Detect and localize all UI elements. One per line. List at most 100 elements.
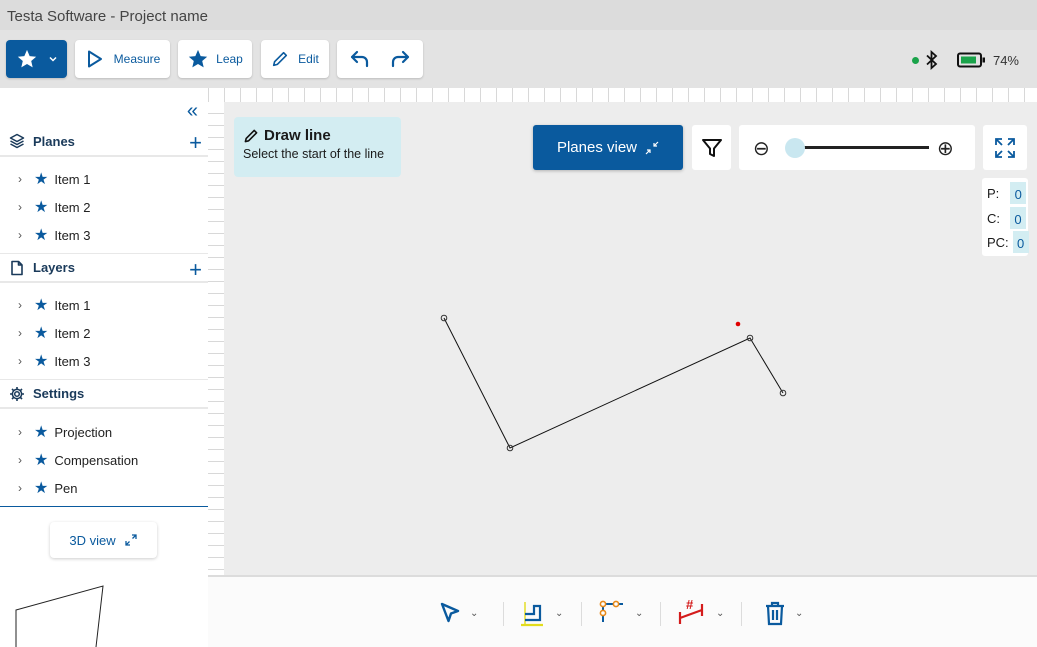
star-icon: ★ bbox=[34, 227, 49, 244]
item-label: Compensation bbox=[54, 452, 139, 468]
star-icon: ★ bbox=[34, 199, 49, 216]
counter-label: P: bbox=[987, 185, 1000, 201]
chevron-right-icon: › bbox=[18, 481, 22, 495]
left-ruler bbox=[208, 102, 224, 575]
counters-panel: P: 0 C: 0 PC: 0 bbox=[982, 178, 1029, 256]
dimension-tool-button[interactable]: # ⌄ bbox=[676, 595, 724, 631]
expand-icon bbox=[124, 534, 137, 546]
redo-icon[interactable] bbox=[389, 48, 411, 70]
measure-button[interactable]: Measure bbox=[75, 40, 170, 78]
counter-value: 0 bbox=[1010, 182, 1027, 204]
planes-view-button[interactable]: Planes view bbox=[533, 125, 683, 170]
star-icon: ★ bbox=[34, 480, 49, 497]
planes-item-2[interactable]: › ★ Item 2 bbox=[0, 193, 208, 221]
separator bbox=[660, 602, 661, 626]
3d-view-button[interactable]: 3D view bbox=[50, 522, 157, 558]
top-ruler bbox=[208, 88, 1037, 102]
drawn-polyline[interactable] bbox=[443, 317, 784, 449]
3d-view-label: 3D view bbox=[69, 532, 116, 548]
chevron-down-icon[interactable]: ⌄ bbox=[555, 608, 563, 619]
zoom-handle[interactable] bbox=[785, 138, 805, 158]
planes-item-3[interactable]: › ★ Item 3 bbox=[0, 221, 208, 249]
measure-label: Measure bbox=[113, 52, 161, 66]
zoom-slider[interactable]: ⊖ ⊕ bbox=[739, 125, 975, 170]
chevron-down-icon[interactable]: ⌄ bbox=[795, 608, 803, 619]
layers-title: Layers bbox=[33, 260, 75, 275]
main-toolbar: Measure Leap Edit 74% bbox=[0, 30, 1037, 88]
settings-item-projection[interactable]: › ★ Projection bbox=[0, 418, 208, 446]
chevron-down-icon[interactable]: ⌄ bbox=[716, 608, 724, 619]
window-title: Testa Software - Project name bbox=[7, 8, 208, 25]
cursor-marker bbox=[735, 321, 741, 327]
settings-item-pen[interactable]: › ★ Pen bbox=[0, 474, 208, 502]
item-label: Item 2 bbox=[54, 199, 91, 215]
title-bar: Testa Software - Project name bbox=[0, 0, 1037, 30]
connection-status-dot bbox=[911, 56, 919, 64]
item-label: Projection bbox=[54, 424, 113, 440]
item-label: Item 2 bbox=[54, 325, 91, 341]
zoom-out-icon[interactable]: ⊖ bbox=[753, 136, 770, 161]
chevron-right-icon: › bbox=[18, 425, 22, 439]
tools-bar: ⌄ ⌄ ⌄ # ⌄ ⌄ bbox=[208, 575, 1037, 647]
planes-title: Planes bbox=[33, 133, 75, 149]
planes-section-header[interactable]: Planes + bbox=[0, 127, 208, 157]
hint-text: Select the start of the line bbox=[243, 147, 385, 161]
counter-pc: PC: 0 bbox=[987, 231, 1029, 253]
star-icon: ★ bbox=[34, 297, 49, 314]
separator bbox=[581, 602, 582, 626]
chevron-right-icon: › bbox=[18, 354, 22, 368]
undo-icon[interactable] bbox=[349, 48, 371, 70]
separator bbox=[741, 602, 742, 626]
counter-c: C: 0 bbox=[987, 207, 1026, 229]
layers-icon bbox=[9, 260, 25, 276]
counter-value: 0 bbox=[1010, 207, 1026, 229]
add-layer-button[interactable]: + bbox=[189, 257, 202, 283]
node-tool-button[interactable]: ⌄ bbox=[597, 595, 643, 631]
chevron-right-icon: › bbox=[18, 326, 22, 340]
sidebar: « Planes + › ★ Item 1 › ★ Item 2 › ★ Item 3… bbox=[0, 88, 208, 647]
star-icon: ★ bbox=[34, 325, 49, 342]
favorites-dropdown-button[interactable] bbox=[6, 40, 67, 78]
star-icon bbox=[17, 49, 36, 68]
layers-item-3[interactable]: › ★ Item 3 bbox=[0, 347, 208, 375]
select-arrow-icon bbox=[440, 602, 460, 623]
edit-button[interactable]: Edit bbox=[261, 40, 329, 78]
layers-item-1[interactable]: › ★ Item 1 bbox=[0, 291, 208, 319]
layers-item-2[interactable]: › ★ Item 2 bbox=[0, 319, 208, 347]
star-icon: ★ bbox=[34, 171, 49, 188]
layers-section-header[interactable]: Layers + bbox=[0, 253, 208, 283]
add-plane-button[interactable]: + bbox=[189, 130, 202, 156]
fullscreen-button[interactable] bbox=[983, 125, 1027, 170]
corner-tool-button[interactable]: ⌄ bbox=[517, 595, 563, 631]
draw-line-hint: Draw line Select the start of the line bbox=[234, 117, 401, 177]
bluetooth-icon bbox=[926, 50, 938, 70]
planes-item-1[interactable]: › ★ Item 1 bbox=[0, 165, 208, 193]
drawing-canvas[interactable]: Draw line Select the start of the line P… bbox=[224, 102, 1037, 575]
star-icon: ★ bbox=[34, 452, 49, 469]
settings-section-header[interactable]: Settings bbox=[0, 379, 208, 409]
filter-button[interactable] bbox=[692, 125, 731, 170]
zoom-in-icon[interactable]: ⊕ bbox=[937, 136, 954, 161]
chevron-down-icon[interactable]: ⌄ bbox=[470, 608, 478, 619]
counter-label: PC: bbox=[987, 234, 1009, 250]
settings-item-compensation[interactable]: › ★ Compensation bbox=[0, 446, 208, 474]
sidebar-divider bbox=[0, 506, 208, 507]
leap-button[interactable]: Leap bbox=[178, 40, 252, 78]
chevron-right-icon: › bbox=[18, 172, 22, 186]
item-label: Pen bbox=[54, 480, 78, 496]
chevron-down-icon bbox=[48, 56, 57, 62]
item-label: Item 3 bbox=[54, 353, 91, 369]
trash-icon bbox=[766, 601, 784, 626]
hint-title: Draw line bbox=[264, 127, 331, 144]
chevron-right-icon: › bbox=[18, 228, 22, 242]
battery-icon bbox=[956, 52, 985, 68]
node-tool-icon bbox=[599, 600, 623, 622]
delete-tool-button[interactable]: ⌄ bbox=[763, 595, 803, 631]
chevron-down-icon[interactable]: ⌄ bbox=[635, 608, 643, 619]
chevron-right-icon: › bbox=[18, 200, 22, 214]
select-tool-button[interactable]: ⌄ bbox=[438, 595, 478, 631]
device-status: 74% bbox=[911, 50, 1019, 70]
zoom-track[interactable] bbox=[801, 146, 929, 149]
collapse-sidebar-icon[interactable]: « bbox=[187, 100, 198, 123]
item-label: Item 3 bbox=[54, 227, 91, 243]
